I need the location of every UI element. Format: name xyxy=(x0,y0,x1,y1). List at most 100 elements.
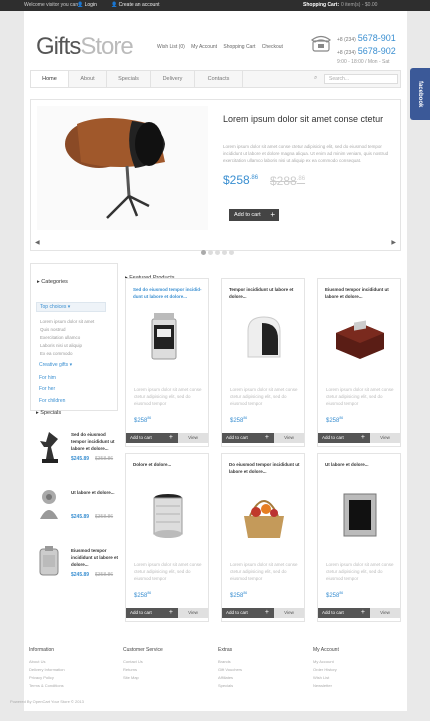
product-price: $25886 xyxy=(326,591,344,599)
slide-description: Lorem ipsum dolor sit amet conse ctetur … xyxy=(223,144,389,163)
view-button[interactable]: View xyxy=(370,608,400,618)
add-to-cart-button[interactable]: Add to cart + xyxy=(126,608,178,618)
product-card: Eiusmod tempor incididunt ut labore et d… xyxy=(317,278,401,447)
product-image[interactable] xyxy=(222,279,306,371)
categories-title: ▸ Categories xyxy=(37,279,68,285)
footer-link[interactable]: My Account xyxy=(313,658,403,666)
prev-arrow-icon[interactable]: ◀ xyxy=(35,239,40,246)
slider-dot[interactable] xyxy=(215,250,220,255)
special-image[interactable] xyxy=(34,485,64,523)
footer-extras: Extras Brands Gift Vouchers Affiliates S… xyxy=(218,647,308,690)
footer-link[interactable]: Terms & Conditions xyxy=(29,682,119,690)
product-price: $25886 xyxy=(134,591,152,599)
slide-old-price: $288.86 xyxy=(270,174,306,188)
footer-link[interactable]: Returns xyxy=(123,666,213,674)
search-icon[interactable]: ⌕ xyxy=(314,75,317,82)
category-creative-gifts[interactable]: Creative gifts ▾ xyxy=(39,362,72,368)
create-account-link[interactable]: 👤 Create an account xyxy=(111,0,159,11)
slide-title: Lorem ipsum dolor sit amet conse ctetur xyxy=(223,114,384,124)
category-top-choices[interactable]: Top choices ▾ xyxy=(36,302,106,312)
tab-contacts[interactable]: Contacts xyxy=(195,71,243,87)
subcategory-item[interactable]: Lorem ipsum dolor sit amet xyxy=(40,319,94,324)
footer-link[interactable]: Affiliates xyxy=(218,674,308,682)
product-image[interactable] xyxy=(126,454,210,546)
special-old-price: $358.86 xyxy=(95,456,114,462)
tab-delivery[interactable]: Delivery xyxy=(151,71,195,87)
category-for-her[interactable]: For her xyxy=(39,386,55,392)
special-title[interactable]: Sed do eiusmod tempor incididunt ut labo… xyxy=(71,431,119,452)
footer-link[interactable]: Contact Us xyxy=(123,658,213,666)
header-links: Wish List (0) My Account Shopping Cart C… xyxy=(157,44,288,50)
footer-link[interactable]: Site Map xyxy=(123,674,213,682)
my-account-link[interactable]: My Account xyxy=(191,44,217,50)
phone-block: +8 (234) 5678-901 +8 (234) 5678-902 9:00 -… xyxy=(337,33,396,65)
view-button[interactable]: View xyxy=(178,433,208,443)
footer-link[interactable]: Newsletter xyxy=(313,682,403,690)
view-button[interactable]: View xyxy=(370,433,400,443)
add-to-cart-button[interactable]: Add to cart + xyxy=(222,608,274,618)
login-link[interactable]: 👤 Login xyxy=(77,0,97,11)
view-button[interactable]: View xyxy=(178,608,208,618)
special-title[interactable]: Ut labore et dolore... xyxy=(71,489,119,496)
special-price: $245.89 xyxy=(71,456,90,462)
caret-down-icon: ▾ xyxy=(67,304,71,310)
checkout-link[interactable]: Checkout xyxy=(262,44,283,50)
add-to-cart-button[interactable]: Add to cart + xyxy=(126,433,178,443)
add-to-cart-button[interactable]: Add to cart + xyxy=(318,608,370,618)
subcategory-item[interactable]: Ex ea commodo xyxy=(40,351,73,356)
footer-link[interactable]: Order History xyxy=(313,666,403,674)
add-to-cart-button[interactable]: Add to cart + xyxy=(222,433,274,443)
footer-my-account: My Account My Account Order History Wish… xyxy=(313,647,403,690)
shopping-cart-link[interactable]: Shopping Cart xyxy=(223,44,255,50)
category-for-children[interactable]: For children xyxy=(39,398,65,404)
add-to-cart-button[interactable]: Add to cart + xyxy=(318,433,370,443)
footer-link[interactable]: Privacy Policy xyxy=(29,674,119,682)
view-button[interactable]: View xyxy=(274,433,304,443)
facebook-tab[interactable]: facebook xyxy=(410,68,430,120)
product-image[interactable] xyxy=(318,454,402,546)
footer-link[interactable]: Brands xyxy=(218,658,308,666)
footer-link[interactable]: Specials xyxy=(218,682,308,690)
search-input[interactable]: Search... xyxy=(324,74,398,84)
footer-heading: Customer Service xyxy=(123,647,163,653)
category-for-him[interactable]: For him xyxy=(39,375,56,381)
footer-link[interactable]: Gift Vouchers xyxy=(218,666,308,674)
slider-dot[interactable] xyxy=(229,250,234,255)
slider-dot[interactable] xyxy=(222,250,227,255)
slider-dot[interactable] xyxy=(201,250,206,255)
slide-image[interactable] xyxy=(37,106,208,230)
subcategory-item[interactable]: Quis nostrud xyxy=(40,327,66,332)
special-image[interactable] xyxy=(34,427,64,465)
special-image[interactable] xyxy=(34,543,64,581)
footer-link[interactable]: About Us xyxy=(29,658,119,666)
wishlist-link[interactable]: Wish List (0) xyxy=(157,44,185,50)
phone-icon xyxy=(311,35,331,52)
cart-items[interactable]: 0 item(s) - $0.00 xyxy=(341,0,377,11)
special-title[interactable]: Eiusmod tempor incididunt ut labore et d… xyxy=(71,547,119,568)
welcome-text: Welcome visitor you can xyxy=(24,2,79,8)
tab-home[interactable]: Home xyxy=(31,71,69,87)
footer-heading: Information xyxy=(29,647,55,653)
plus-icon: + xyxy=(168,609,173,616)
tab-about[interactable]: About xyxy=(69,71,107,87)
product-description: Lorem ipsum dolor sit amet conse ctetur … xyxy=(326,387,394,406)
top-bar: Welcome visitor you can 👤 Login 👤 Create… xyxy=(0,0,430,11)
footer-link[interactable]: Wish List xyxy=(313,674,403,682)
categories-box: ▸ Categories Top choices ▾ Lorem ipsum d… xyxy=(30,263,118,411)
tab-specials[interactable]: Specials xyxy=(107,71,151,87)
next-arrow-icon[interactable]: ▶ xyxy=(391,239,396,246)
subcategory-item[interactable]: Laboris nisi ut aliquip xyxy=(40,343,82,348)
shopping-cart-label[interactable]: Shopping Cart: xyxy=(303,0,339,11)
logo[interactable]: GiftsStore xyxy=(36,33,134,61)
product-image[interactable] xyxy=(222,454,306,546)
slide-add-to-cart-button[interactable]: Add to cart + xyxy=(229,209,279,221)
footer-link[interactable]: Delivery Information xyxy=(29,666,119,674)
product-price: $25886 xyxy=(326,416,344,424)
plus-icon: + xyxy=(360,434,365,441)
slider-dot[interactable] xyxy=(208,250,213,255)
special-price: $245.89 xyxy=(71,514,90,520)
product-image[interactable] xyxy=(318,279,402,371)
view-button[interactable]: View xyxy=(274,608,304,618)
subcategory-item[interactable]: Exercitation ullamco xyxy=(40,335,80,340)
product-image[interactable] xyxy=(126,279,210,371)
